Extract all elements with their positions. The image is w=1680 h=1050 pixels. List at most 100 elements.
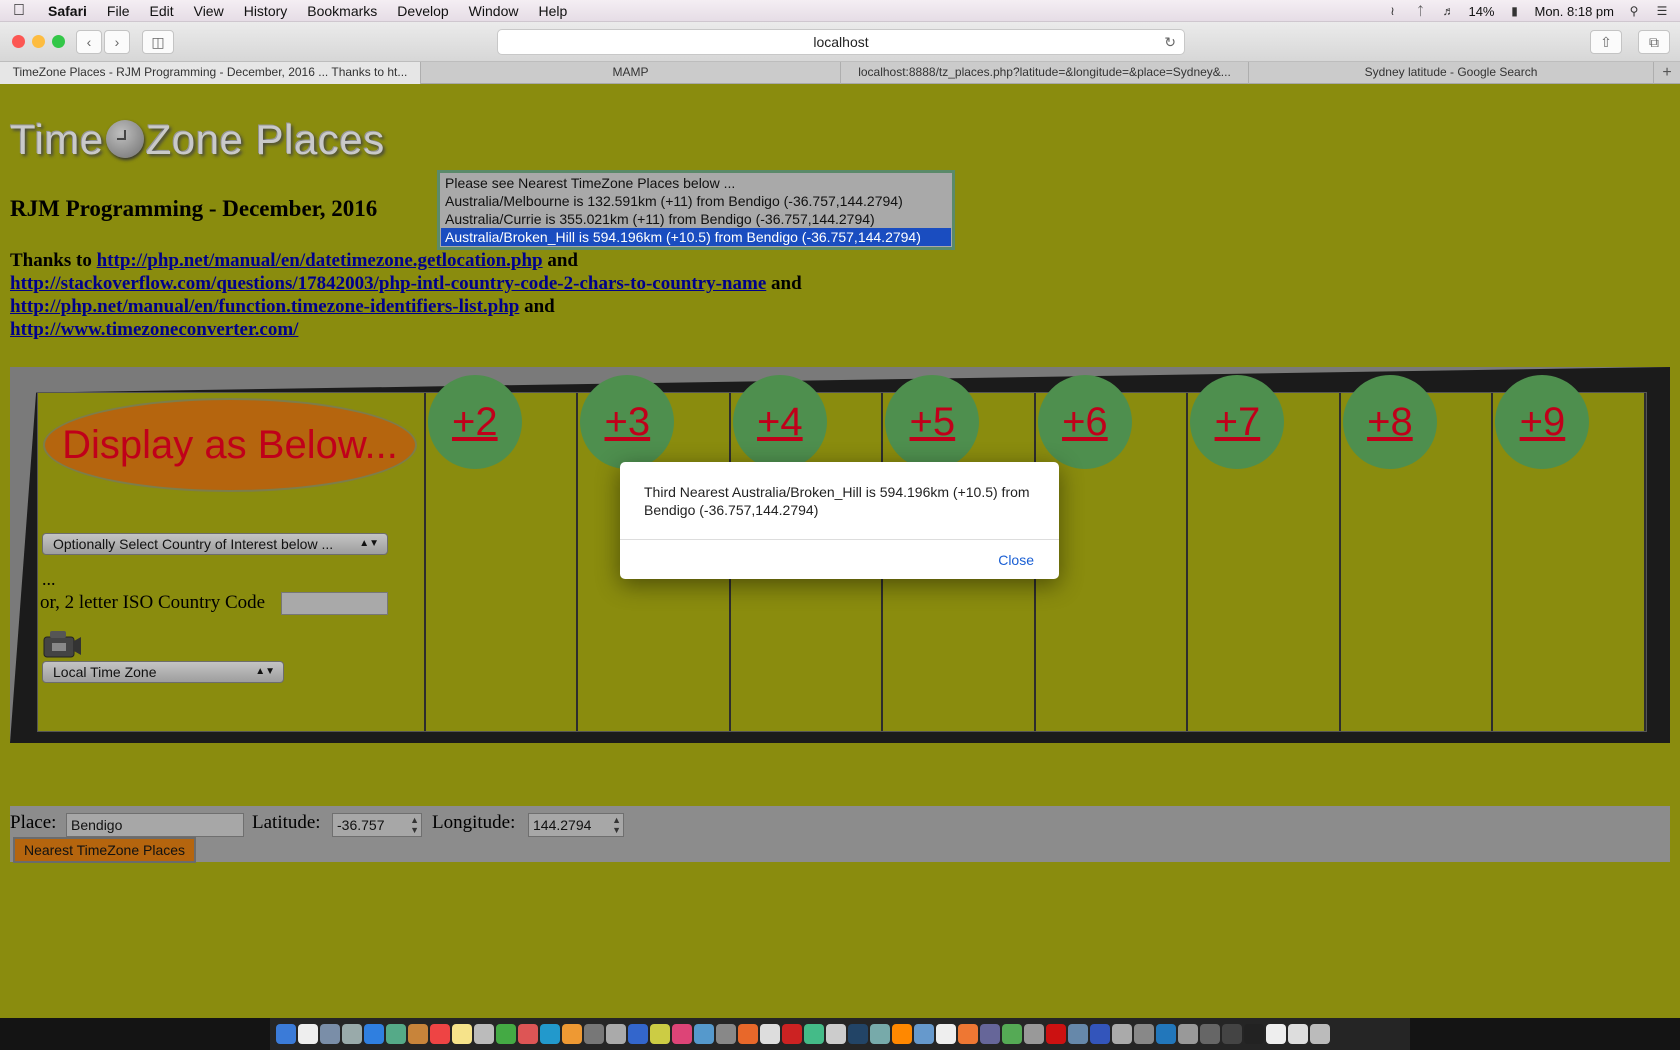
- forward-icon[interactable]: ›: [104, 30, 130, 54]
- notification-center-icon[interactable]: ☰: [1654, 4, 1670, 18]
- iso-code-input[interactable]: [281, 592, 388, 615]
- app-icon[interactable]: [1200, 1024, 1220, 1044]
- tab-mamp[interactable]: MAMP: [421, 62, 841, 84]
- finder-icon[interactable]: [276, 1024, 296, 1044]
- wifi-icon[interactable]: ≀: [1384, 4, 1400, 18]
- app-icon[interactable]: [1002, 1024, 1022, 1044]
- document-icon[interactable]: [298, 1024, 318, 1044]
- tab-google-search[interactable]: Sydney latitude - Google Search: [1249, 62, 1654, 84]
- country-select[interactable]: Optionally Select Country of Interest be…: [42, 533, 388, 555]
- zone-link-plus4[interactable]: +4: [732, 375, 827, 469]
- new-tab-icon[interactable]: +: [1654, 62, 1680, 83]
- vlc-icon[interactable]: [892, 1024, 912, 1044]
- app-icon[interactable]: [1090, 1024, 1110, 1044]
- app-icon[interactable]: [628, 1024, 648, 1044]
- menu-history[interactable]: History: [234, 3, 298, 19]
- app-icon[interactable]: [562, 1024, 582, 1044]
- app-icon[interactable]: [584, 1024, 604, 1044]
- zone-link-plus5[interactable]: +5: [885, 375, 980, 469]
- app-icon[interactable]: [826, 1024, 846, 1044]
- app-icon[interactable]: [474, 1024, 494, 1044]
- app-icon[interactable]: [848, 1024, 868, 1044]
- menu-help[interactable]: Help: [528, 3, 577, 19]
- app-icon[interactable]: [320, 1024, 340, 1044]
- zone-link-plus7[interactable]: +7: [1190, 375, 1285, 469]
- nearest-places-listbox[interactable]: Please see Nearest TimeZone Places below…: [437, 170, 955, 250]
- menu-app-safari[interactable]: Safari: [38, 3, 97, 19]
- list-item[interactable]: Australia/Currie is 355.021km (+11) from…: [441, 210, 951, 228]
- app-icon[interactable]: [1288, 1024, 1308, 1044]
- stepper-icon[interactable]: ▲ ▼: [410, 815, 419, 835]
- timezone-select[interactable]: Local Time Zone ▲▼: [42, 661, 284, 683]
- link-timezone-identifiers[interactable]: http://php.net/manual/en/function.timezo…: [10, 296, 519, 317]
- reload-icon[interactable]: ↻: [1164, 30, 1176, 54]
- link-stackoverflow[interactable]: http://stackoverflow.com/questions/17842…: [10, 273, 766, 294]
- github-icon[interactable]: [1222, 1024, 1242, 1044]
- longitude-input[interactable]: 144.2794 ▲ ▼: [528, 813, 624, 837]
- stepper-icon[interactable]: ▲ ▼: [612, 815, 621, 835]
- calendar-icon[interactable]: [430, 1024, 450, 1044]
- app-icon[interactable]: [694, 1024, 714, 1044]
- filezilla-icon[interactable]: [782, 1024, 802, 1044]
- app-store-icon[interactable]: [540, 1024, 560, 1044]
- app-icon[interactable]: [914, 1024, 934, 1044]
- app-icon[interactable]: [1068, 1024, 1088, 1044]
- volume-icon[interactable]: ♬: [1440, 4, 1456, 18]
- list-item[interactable]: Please see Nearest TimeZone Places below…: [441, 174, 951, 192]
- zone-link-plus6[interactable]: +6: [1037, 375, 1132, 469]
- app-icon[interactable]: [738, 1024, 758, 1044]
- tab-tz-places-query[interactable]: localhost:8888/tz_places.php?latitude=&l…: [841, 62, 1249, 84]
- tabs-overview-icon[interactable]: ⧉: [1638, 30, 1670, 54]
- app-icon[interactable]: [408, 1024, 428, 1044]
- menu-bookmarks[interactable]: Bookmarks: [297, 3, 387, 19]
- latitude-input[interactable]: -36.757 ▲ ▼: [332, 813, 422, 837]
- minimize-window-button[interactable]: [32, 35, 45, 48]
- app-icon[interactable]: [716, 1024, 736, 1044]
- trash-icon[interactable]: [1310, 1024, 1330, 1044]
- chrome-icon[interactable]: [804, 1024, 824, 1044]
- app-icon[interactable]: [496, 1024, 516, 1044]
- address-bar[interactable]: localhost ↻: [497, 29, 1185, 55]
- list-item-selected[interactable]: Australia/Broken_Hill is 594.196km (+10.…: [441, 228, 951, 246]
- clock[interactable]: Mon. 8:18 pm: [1535, 4, 1615, 19]
- list-item[interactable]: Australia/Melbourne is 132.591km (+11) f…: [441, 192, 951, 210]
- link-timezoneconverter[interactable]: http://www.timezoneconverter.com/: [10, 319, 298, 340]
- sidebar-icon[interactable]: ◫: [142, 30, 174, 54]
- app-icon[interactable]: [386, 1024, 406, 1044]
- app-icon[interactable]: [606, 1024, 626, 1044]
- zone-link-plus9[interactable]: +9: [1495, 375, 1590, 469]
- music-icon[interactable]: [672, 1024, 692, 1044]
- tab-timezone-places[interactable]: TimeZone Places - RJM Programming - Dece…: [0, 62, 421, 84]
- battery-icon[interactable]: ▮: [1507, 4, 1523, 18]
- firefox-icon[interactable]: [958, 1024, 978, 1044]
- zone-link-plus2[interactable]: +2: [427, 375, 522, 469]
- close-window-button[interactable]: [12, 35, 25, 48]
- bluetooth-icon[interactable]: ᛏ: [1412, 4, 1428, 18]
- menu-window[interactable]: Window: [459, 3, 529, 19]
- app-icon[interactable]: [1266, 1024, 1286, 1044]
- app-icon[interactable]: [1178, 1024, 1198, 1044]
- zoom-window-button[interactable]: [52, 35, 65, 48]
- menu-develop[interactable]: Develop: [387, 3, 458, 19]
- nearest-timezone-places-button[interactable]: Nearest TimeZone Places: [13, 837, 196, 863]
- notes-icon[interactable]: [452, 1024, 472, 1044]
- app-icon[interactable]: [760, 1024, 780, 1044]
- place-input[interactable]: Bendigo: [66, 813, 244, 837]
- app-icon[interactable]: [980, 1024, 1000, 1044]
- app-icon[interactable]: [936, 1024, 956, 1044]
- zone-link-plus8[interactable]: +8: [1342, 375, 1437, 469]
- app-icon[interactable]: [1134, 1024, 1154, 1044]
- app-icon[interactable]: [650, 1024, 670, 1044]
- vscode-icon[interactable]: [1156, 1024, 1176, 1044]
- terminal-icon[interactable]: [1244, 1024, 1264, 1044]
- app-icon[interactable]: [518, 1024, 538, 1044]
- back-icon[interactable]: ‹: [76, 30, 102, 54]
- spotlight-search-icon[interactable]: ⚲: [1626, 4, 1642, 18]
- menu-file[interactable]: File: [97, 3, 140, 19]
- link-datetimezone[interactable]: http://php.net/manual/en/datetimezone.ge…: [97, 250, 543, 271]
- menu-edit[interactable]: Edit: [139, 3, 183, 19]
- apple-menu-icon[interactable]: : [0, 2, 38, 20]
- safari-icon[interactable]: [364, 1024, 384, 1044]
- share-icon[interactable]: ⇧: [1590, 30, 1622, 54]
- app-icon[interactable]: [870, 1024, 890, 1044]
